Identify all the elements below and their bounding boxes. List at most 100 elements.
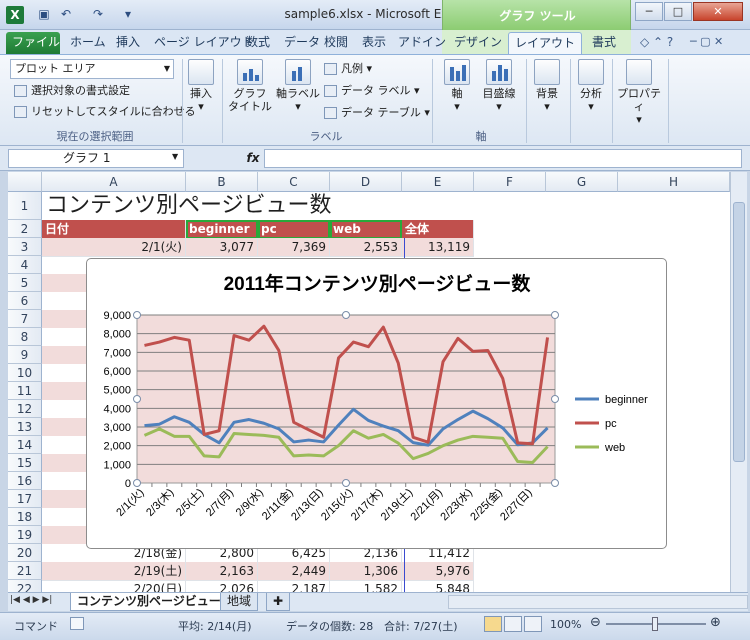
properties-button[interactable]: プロパティ ▾ — [614, 59, 664, 126]
row-header[interactable]: 20 — [8, 544, 42, 562]
chevron-down-icon[interactable]: ▼ — [172, 152, 178, 161]
sheet-tab-active[interactable]: コンテンツ別ページビュー — [70, 593, 228, 611]
sheet-tab[interactable]: 地域 — [220, 593, 259, 611]
zoom-out-icon[interactable]: ⊖ — [590, 615, 601, 630]
row-header[interactable]: 5 — [8, 274, 42, 292]
row-header[interactable]: 1 — [8, 192, 42, 220]
format-selection-button[interactable]: 選択対象の書式設定 — [14, 81, 130, 101]
axes-button[interactable]: 軸 ▾ — [440, 59, 474, 113]
chart-elements-dropdown[interactable]: プロット エリア ▼ — [10, 59, 174, 79]
row-header[interactable]: 21 — [8, 562, 42, 580]
column-header[interactable]: A — [42, 172, 186, 192]
header-cell-web[interactable]: web — [330, 220, 402, 239]
zoom-in-icon[interactable]: ⊕ — [710, 615, 721, 630]
maximize-button[interactable]: □ — [664, 2, 692, 21]
row-header[interactable]: 6 — [8, 292, 42, 310]
header-cell-total[interactable]: 全体 — [402, 220, 474, 239]
row-header[interactable]: 14 — [8, 436, 42, 454]
insert-button[interactable]: 挿入 ▾ — [186, 59, 216, 113]
table-cell[interactable]: 3,077 — [186, 238, 258, 257]
row-header[interactable]: 18 — [8, 508, 42, 526]
row-header[interactable]: 3 — [8, 238, 42, 256]
minimize-button[interactable]: ─ — [635, 2, 663, 21]
vertical-scrollbar[interactable] — [730, 172, 747, 592]
scrollbar-thumb[interactable] — [733, 202, 745, 462]
table-cell[interactable]: 5,976 — [402, 562, 474, 581]
tab-file[interactable]: ファイル — [6, 32, 60, 54]
chart-title-button[interactable]: グラフ タイトル — [228, 59, 272, 113]
minimize-ribbon-icon[interactable]: ◇ ⌃ ? — [640, 35, 673, 49]
analysis-button[interactable]: 分析 ▾ — [574, 59, 608, 113]
macro-record-icon[interactable] — [70, 617, 84, 630]
row-header[interactable]: 9 — [8, 346, 42, 364]
row-header[interactable]: 4 — [8, 256, 42, 274]
legend-button[interactable]: 凡例 ▾ — [324, 59, 372, 79]
row-header[interactable]: 11 — [8, 382, 42, 400]
table-cell[interactable]: 1,582 — [330, 580, 402, 592]
table-cell[interactable]: 13,119 — [402, 238, 474, 257]
reset-style-button[interactable]: リセットしてスタイルに合わせる — [14, 102, 196, 122]
column-header[interactable]: G — [546, 172, 618, 192]
row-header[interactable]: 7 — [8, 310, 42, 328]
column-header[interactable]: E — [402, 172, 474, 192]
header-cell-beginner[interactable]: beginner — [186, 220, 258, 239]
gridlines-button[interactable]: 目盛線 ▾ — [478, 59, 520, 113]
table-cell[interactable]: 2/20(日) — [42, 580, 186, 592]
table-cell[interactable]: 2,187 — [258, 580, 330, 592]
row-header[interactable]: 12 — [8, 400, 42, 418]
line-chart[interactable]: 2011年コンテンツ別ページビュー数 0 1,000 2,000 3,000 4,000… — [87, 259, 668, 550]
column-header[interactable]: H — [618, 172, 730, 192]
column-header[interactable]: D — [330, 172, 402, 192]
tab-addins[interactable]: アドイン — [392, 32, 452, 54]
zoom-level[interactable]: 100% — [550, 618, 581, 631]
page-break-view-icon[interactable] — [524, 616, 542, 632]
horizontal-scrollbar[interactable] — [448, 595, 748, 609]
row-header[interactable]: 8 — [8, 328, 42, 346]
row-header[interactable]: 2 — [8, 220, 42, 238]
header-cell-date[interactable]: 日付 — [42, 220, 186, 239]
table-cell[interactable]: 2/1(火) — [42, 238, 186, 257]
row-header[interactable]: 17 — [8, 490, 42, 508]
zoom-slider-thumb[interactable] — [652, 617, 658, 631]
table-cell[interactable]: 2,553 — [330, 238, 402, 257]
sheet-title[interactable]: コンテンツ別ページビュー数 — [42, 192, 442, 220]
tab-format[interactable]: 書式 — [586, 32, 622, 54]
axis-labels-button[interactable]: 軸ラベル ▾ — [276, 59, 320, 113]
header-cell-pc[interactable]: pc — [258, 220, 330, 239]
tab-review[interactable]: 校閲 — [318, 32, 354, 54]
data-labels-button[interactable]: データ ラベル ▾ — [324, 81, 420, 101]
workbook-window-controls[interactable]: ─ ▢ ✕ — [690, 35, 723, 48]
row-header[interactable]: 13 — [8, 418, 42, 436]
formula-input[interactable] — [264, 149, 742, 168]
column-header[interactable]: F — [474, 172, 546, 192]
row-header[interactable]: 16 — [8, 472, 42, 490]
tab-layout[interactable]: レイアウト — [508, 32, 583, 54]
row-header[interactable]: 10 — [8, 364, 42, 382]
sheet-nav-arrows[interactable]: |◀ ◀ ▶ ▶| — [10, 595, 52, 605]
table-cell[interactable]: 2,449 — [258, 562, 330, 581]
insert-sheet-icon[interactable]: ✚ — [266, 593, 291, 611]
table-cell[interactable]: 2,026 — [186, 580, 258, 592]
normal-view-icon[interactable] — [484, 616, 502, 632]
page-layout-view-icon[interactable] — [504, 616, 522, 632]
data-table-button[interactable]: データ テーブル ▾ — [324, 103, 430, 123]
row-header[interactable]: 22 — [8, 580, 42, 592]
select-all-corner[interactable] — [8, 172, 42, 192]
tab-insert[interactable]: 挿入 — [110, 32, 146, 54]
table-cell[interactable]: 2/19(土) — [42, 562, 186, 581]
background-button[interactable]: 背景 ▾ — [530, 59, 564, 113]
table-cell[interactable]: 7,369 — [258, 238, 330, 257]
tab-view[interactable]: 表示 — [356, 32, 392, 54]
tab-formulas[interactable]: 数式 — [240, 32, 276, 54]
chart-object[interactable]: 2011年コンテンツ別ページビュー数 0 1,000 2,000 3,000 4,000… — [86, 258, 667, 549]
row-header[interactable]: 15 — [8, 454, 42, 472]
tab-home[interactable]: ホーム — [64, 32, 112, 54]
tab-design[interactable]: デザイン — [448, 32, 508, 54]
insert-function-icon[interactable]: fx — [244, 149, 262, 168]
name-box[interactable]: グラフ 1 — [8, 149, 184, 168]
chart-title[interactable]: 2011年コンテンツ別ページビュー数 — [224, 272, 532, 295]
close-button[interactable]: ✕ — [693, 2, 743, 21]
table-cell[interactable]: 2,163 — [186, 562, 258, 581]
column-header[interactable]: B — [186, 172, 258, 192]
column-header[interactable]: C — [258, 172, 330, 192]
